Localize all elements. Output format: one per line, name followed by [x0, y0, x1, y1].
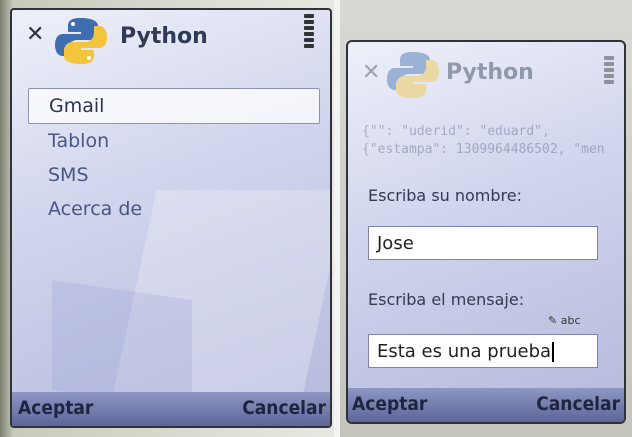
pencil-icon: ✎ — [548, 314, 558, 327]
name-input[interactable]: Jose — [368, 226, 598, 260]
app-title: Python — [120, 24, 208, 49]
input-mode-label: abc — [560, 314, 581, 327]
close-icon[interactable]: ✕ — [26, 22, 44, 47]
softkey-bar: Aceptar Cancelar — [348, 388, 624, 422]
softkey-bar: Aceptar Cancelar — [12, 392, 330, 426]
background-text-line: {"estampa": 1309964486502, "men — [362, 142, 605, 157]
title-bar: ✕ Python — [348, 42, 624, 112]
wallpaper-shape — [52, 280, 192, 410]
input-mode-indicator: ✎ abc — [548, 314, 581, 327]
menu-item-acerca-de[interactable]: Acerca de — [28, 192, 320, 226]
signal-strength-icon — [304, 14, 314, 50]
left-phone-photo: ✕ Python Gmail Tablon SMS Acerca de Acep… — [0, 0, 334, 437]
main-menu: Gmail Tablon SMS Acerca de — [28, 88, 320, 226]
accept-softkey[interactable]: Aceptar — [352, 393, 427, 415]
accept-softkey[interactable]: Aceptar — [18, 397, 93, 419]
left-phone-screen: ✕ Python Gmail Tablon SMS Acerca de Acep… — [10, 8, 332, 428]
message-label: Escriba el mensaje: — [368, 290, 525, 309]
name-input-value: Jose — [377, 233, 414, 254]
message-input[interactable]: Esta es una prueba — [368, 334, 598, 368]
cancel-softkey[interactable]: Cancelar — [536, 393, 620, 415]
right-phone-screen: ✕ Python {"": "uderid": "eduard", {"esta… — [346, 40, 626, 424]
close-icon[interactable]: ✕ — [362, 60, 380, 85]
menu-item-sms[interactable]: SMS — [28, 158, 320, 192]
python-logo-icon — [387, 52, 439, 98]
name-label: Escriba su nombre: — [368, 186, 523, 205]
message-input-value: Esta es una prueba — [377, 341, 552, 362]
title-bar: ✕ Python — [12, 10, 330, 80]
cancel-softkey[interactable]: Cancelar — [242, 397, 326, 419]
background-text-line: {"": "uderid": "eduard", — [362, 124, 550, 139]
text-cursor — [552, 342, 555, 362]
app-title: Python — [446, 60, 534, 85]
right-phone-photo: ✕ Python {"": "uderid": "eduard", {"esta… — [340, 0, 632, 437]
python-logo-icon — [55, 18, 107, 64]
menu-item-gmail[interactable]: Gmail — [28, 88, 320, 124]
menu-item-tablon[interactable]: Tablon — [28, 124, 320, 158]
signal-strength-icon — [604, 56, 614, 86]
